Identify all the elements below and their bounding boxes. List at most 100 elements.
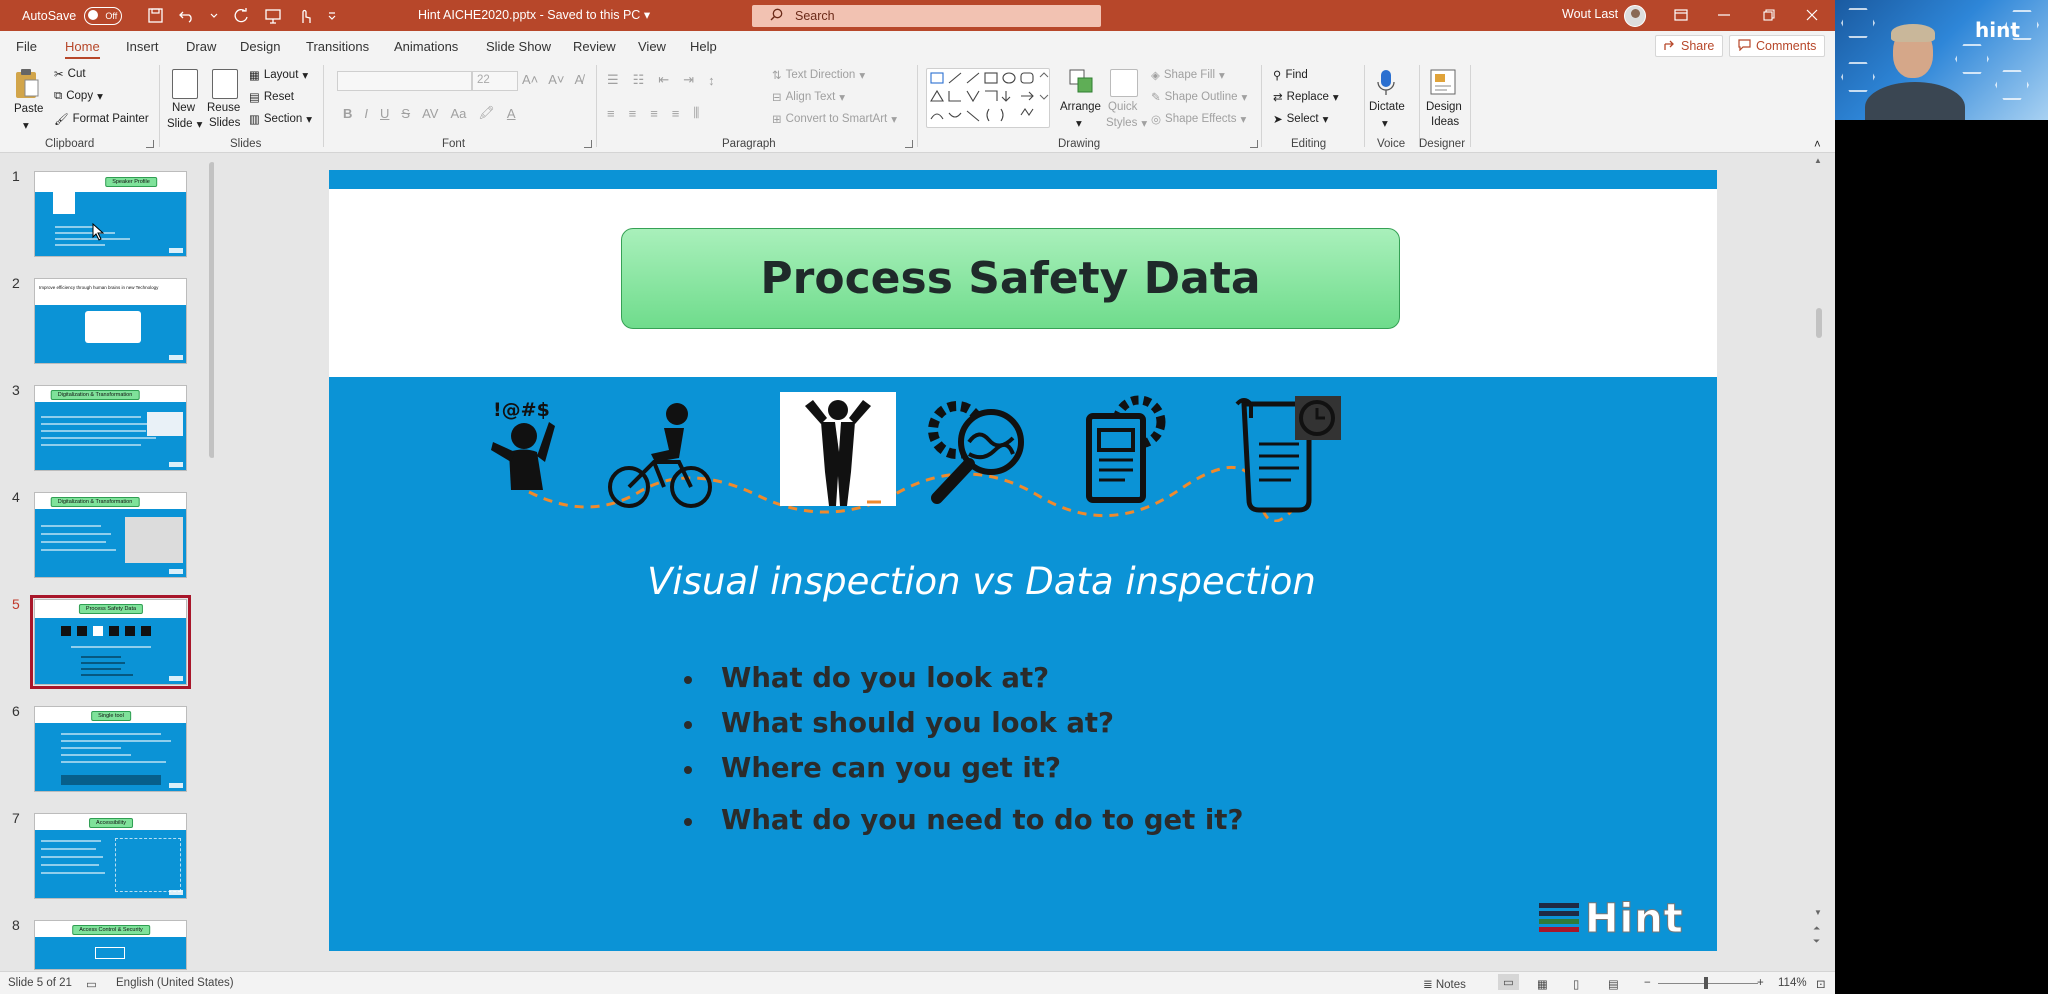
font-size-controls[interactable]: A˄ A˅ A̸: [522, 72, 583, 87]
drawing-launcher-icon[interactable]: [1250, 140, 1258, 148]
replace-button[interactable]: ⇄ Replace ▾: [1273, 90, 1339, 104]
clear-formatting-icon[interactable]: A̸: [575, 72, 584, 87]
autosave[interactable]: AutoSave Off: [22, 6, 123, 25]
new-slide-icon[interactable]: [172, 69, 198, 99]
design-ideas-button[interactable]: Design: [1426, 101, 1462, 113]
quick-styles-icon[interactable]: [1110, 69, 1138, 97]
notes-button[interactable]: ≣ Notes: [1423, 977, 1466, 991]
slide-thumbnail-5[interactable]: Process Safety Data: [30, 595, 191, 689]
editor-scrollbar[interactable]: ▲ ▼ ⏶ ⏷: [1812, 153, 1826, 971]
tab-review[interactable]: Review: [573, 37, 616, 59]
slide-thumbnail-6[interactable]: Single tool: [34, 706, 187, 792]
find-button[interactable]: ⚲ Find: [1273, 68, 1308, 82]
language-indicator[interactable]: English (United States): [116, 977, 234, 989]
tab-draw[interactable]: Draw: [186, 37, 216, 59]
shapes-gallery[interactable]: [926, 68, 1050, 128]
arrange-dropdown[interactable]: ▾: [1076, 116, 1082, 130]
slide-thumbnail-7[interactable]: Accessibility: [34, 813, 187, 899]
paste-icon[interactable]: [14, 68, 40, 100]
arrange-icon[interactable]: [1068, 68, 1096, 96]
current-slide[interactable]: Process Safety Data !@#$ Visual inspecti…: [329, 170, 1717, 951]
reuse-slides-button[interactable]: Reuse: [207, 102, 240, 114]
slide-thumbnail-8[interactable]: Access Control & Security: [34, 920, 187, 970]
zoom-level[interactable]: 114%: [1778, 977, 1807, 989]
design-ideas-icon[interactable]: [1429, 68, 1457, 96]
new-slide-dropdown[interactable]: Slide ▾: [167, 117, 202, 131]
shape-fill-button[interactable]: ◈ Shape Fill ▾: [1151, 68, 1225, 82]
increase-indent-icon[interactable]: ⇥: [683, 72, 694, 88]
convert-smartart-button[interactable]: ⊞ Convert to SmartArt ▾: [772, 112, 897, 126]
bullets-icon[interactable]: ☰: [607, 72, 619, 88]
slide-thumbnail-2[interactable]: Improve efficiency through human brains …: [34, 278, 187, 364]
copy-button[interactable]: ⧉ Copy ▾: [54, 89, 103, 104]
slide-thumbnail-1[interactable]: Speaker Profile: [34, 171, 187, 257]
slide-show-icon[interactable]: ▤: [1608, 977, 1619, 991]
increase-font-icon[interactable]: A˄: [522, 72, 538, 87]
slide-bullet-list[interactable]: What do you look at? What should you loo…: [684, 662, 1243, 836]
layout-button[interactable]: ▦ Layout ▾: [249, 68, 308, 82]
strikethrough-icon[interactable]: S: [401, 106, 410, 121]
collapse-ribbon-icon[interactable]: ˄: [1814, 139, 1821, 151]
comments-button[interactable]: Comments: [1729, 35, 1826, 57]
quick-styles-button[interactable]: Quick: [1108, 101, 1137, 113]
redo-icon[interactable]: [232, 7, 250, 25]
tab-animations[interactable]: Animations: [394, 37, 458, 59]
tab-transitions[interactable]: Transitions: [306, 37, 369, 59]
tab-help[interactable]: Help: [690, 37, 717, 59]
presentation-icon[interactable]: [264, 7, 282, 25]
bold-icon[interactable]: B: [343, 106, 352, 121]
close-icon[interactable]: [1800, 4, 1824, 26]
fit-to-window-icon[interactable]: ⊡: [1816, 977, 1826, 991]
align-text-button[interactable]: ⊟ Align Text ▾: [772, 90, 845, 104]
font-launcher-icon[interactable]: [584, 140, 592, 148]
previous-slide-icon[interactable]: ⏶: [1813, 923, 1820, 934]
font-size-combo[interactable]: 22: [472, 71, 518, 91]
shape-effects-button[interactable]: ◎ Shape Effects ▾: [1151, 112, 1246, 126]
columns-icon[interactable]: ⫼: [693, 105, 699, 121]
slide-sorter-icon[interactable]: ▦: [1537, 977, 1548, 991]
numbering-icon[interactable]: ☷: [633, 72, 645, 88]
touch-mode-icon[interactable]: [296, 7, 314, 25]
scrollbar-thumb[interactable]: [1816, 308, 1822, 338]
zoom-slider[interactable]: [1658, 983, 1758, 984]
normal-view-icon[interactable]: ▭: [1498, 974, 1519, 990]
change-case-icon[interactable]: Aa: [450, 106, 466, 121]
undo-icon[interactable]: [178, 7, 196, 25]
underline-icon[interactable]: U: [380, 106, 389, 121]
section-button[interactable]: ▥ Section ▾: [249, 112, 312, 126]
paste-dropdown[interactable]: ▾: [23, 118, 29, 132]
next-slide-icon[interactable]: ⏷: [1813, 936, 1820, 947]
align-center-icon[interactable]: ≡: [629, 106, 637, 121]
save-icon[interactable]: [146, 7, 164, 25]
tab-design[interactable]: Design: [240, 37, 280, 59]
new-slide-button[interactable]: New: [172, 102, 195, 114]
minimize-icon[interactable]: [1712, 4, 1736, 26]
font-color-icon[interactable]: A: [507, 106, 516, 121]
search-box[interactable]: Search: [752, 5, 1101, 27]
clipboard-launcher-icon[interactable]: [146, 140, 154, 148]
reuse-slides-icon[interactable]: [212, 69, 238, 99]
text-direction-button[interactable]: ⇅ Text Direction ▾: [772, 68, 865, 82]
tab-home[interactable]: Home: [65, 37, 100, 59]
zoom-slider-handle[interactable]: [1704, 977, 1708, 989]
share-button[interactable]: Share: [1655, 35, 1724, 57]
customize-qat-icon[interactable]: [328, 7, 336, 25]
microphone-icon[interactable]: [1376, 69, 1396, 97]
tab-slide-show[interactable]: Slide Show: [486, 37, 551, 59]
align-right-icon[interactable]: ≡: [650, 106, 658, 121]
arrange-button[interactable]: Arrange: [1060, 101, 1101, 113]
ribbon-display-options-icon[interactable]: [1669, 4, 1693, 26]
character-spacing-icon[interactable]: AV: [422, 106, 438, 121]
tab-insert[interactable]: Insert: [126, 37, 159, 59]
tab-view[interactable]: View: [638, 37, 666, 59]
scroll-up-icon[interactable]: ▲: [1814, 156, 1822, 165]
slide-subtitle[interactable]: Visual inspection vs Data inspection: [329, 560, 1634, 603]
avatar[interactable]: [1624, 5, 1646, 27]
justify-icon[interactable]: ≡: [672, 106, 680, 121]
user-name[interactable]: Wout Last: [1562, 7, 1618, 21]
line-spacing-icon[interactable]: ↕: [708, 73, 715, 88]
zoom-out-icon[interactable]: −: [1644, 977, 1651, 989]
scroll-down-icon[interactable]: ▼: [1814, 908, 1822, 917]
slide-thumbnail-4[interactable]: Digitalization & Transformation: [34, 492, 187, 578]
reset-button[interactable]: ▤ Reset: [249, 90, 294, 104]
